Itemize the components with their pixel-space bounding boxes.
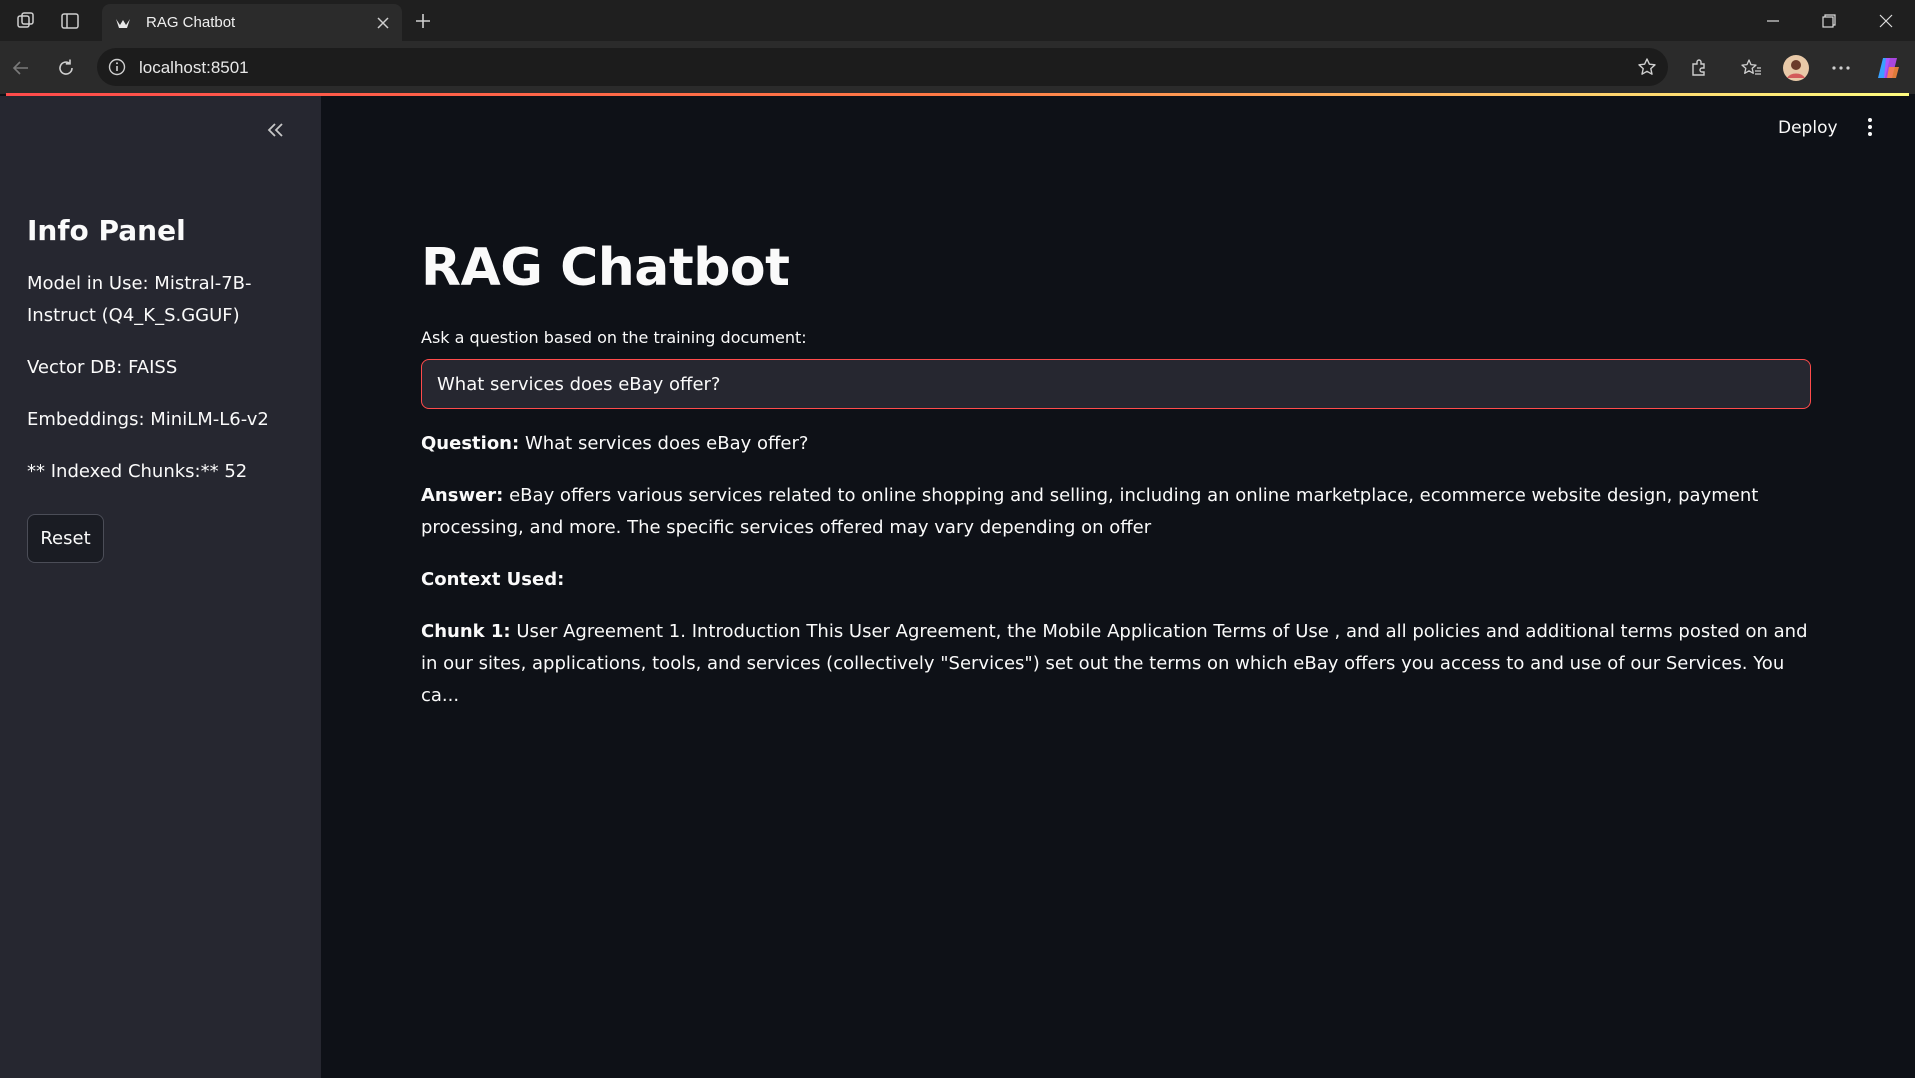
copilot-icon[interactable] (1873, 53, 1903, 83)
favorite-star-icon[interactable] (1636, 56, 1658, 78)
site-info-icon[interactable] (107, 57, 127, 77)
browser-titlebar: RAG Chatbot (0, 0, 1915, 41)
extensions-icon[interactable] (1684, 53, 1714, 83)
close-tab-icon[interactable] (372, 12, 394, 34)
restore-icon[interactable] (1801, 0, 1857, 41)
main-menu-icon[interactable] (1859, 114, 1881, 140)
streamlit-favicon-icon (114, 14, 132, 32)
favorites-icon[interactable] (1736, 53, 1766, 83)
more-options-icon[interactable] (1826, 53, 1856, 83)
chunk-display: Chunk 1: User Agreement 1. Introduction … (421, 616, 1821, 712)
chunk-text: User Agreement 1. Introduction This User… (421, 621, 1808, 706)
tab-actions-icon[interactable] (57, 8, 83, 34)
chunk-label: Chunk 1: (421, 621, 511, 642)
question-label: Question: (421, 433, 520, 454)
sidebar: Info Panel Model in Use: Mistral-7B-Inst… (0, 96, 321, 1078)
reset-button[interactable]: Reset (27, 514, 104, 563)
close-window-icon[interactable] (1858, 0, 1914, 41)
workspaces-icon[interactable] (13, 8, 39, 34)
profile-avatar[interactable] (1781, 53, 1811, 83)
embeddings-info: Embeddings: MiniLM-L6-v2 (27, 409, 269, 430)
url-text: localhost:8501 (139, 58, 249, 77)
context-heading: Context Used: (421, 564, 1821, 596)
main-content: Deploy RAG Chatbot Ask a question based … (321, 96, 1915, 1078)
browser-tab[interactable]: RAG Chatbot (102, 4, 402, 41)
question-input-label: Ask a question based on the training doc… (421, 328, 807, 347)
minimize-icon[interactable] (1745, 0, 1801, 41)
indexed-chunks-info: ** Indexed Chunks:** 52 (27, 461, 248, 482)
collapse-sidebar-icon[interactable] (262, 116, 290, 144)
tab-title: RAG Chatbot (146, 14, 236, 31)
answer-display: Answer: eBay offers various services rel… (421, 480, 1821, 544)
back-icon[interactable] (6, 53, 36, 83)
question-input[interactable] (421, 359, 1811, 409)
deploy-button[interactable]: Deploy (1778, 118, 1838, 138)
answer-label: Answer: (421, 485, 504, 506)
model-info: Model in Use: Mistral-7B-Instruct (Q4_K_… (27, 273, 252, 326)
answer-text: eBay offers various services related to … (421, 485, 1759, 538)
browser-toolbar: localhost:8501 (0, 41, 1915, 94)
new-tab-icon[interactable] (410, 8, 436, 34)
sidebar-title: Info Panel (27, 214, 186, 247)
question-display: Question: What services does eBay offer? (421, 428, 1821, 460)
question-text: What services does eBay offer? (524, 433, 809, 454)
vector-db-info: Vector DB: FAISS (27, 357, 178, 378)
context-label: Context Used: (421, 569, 565, 590)
address-bar[interactable]: localhost:8501 (97, 48, 1668, 86)
page-title: RAG Chatbot (421, 238, 790, 298)
reload-icon[interactable] (51, 53, 81, 83)
